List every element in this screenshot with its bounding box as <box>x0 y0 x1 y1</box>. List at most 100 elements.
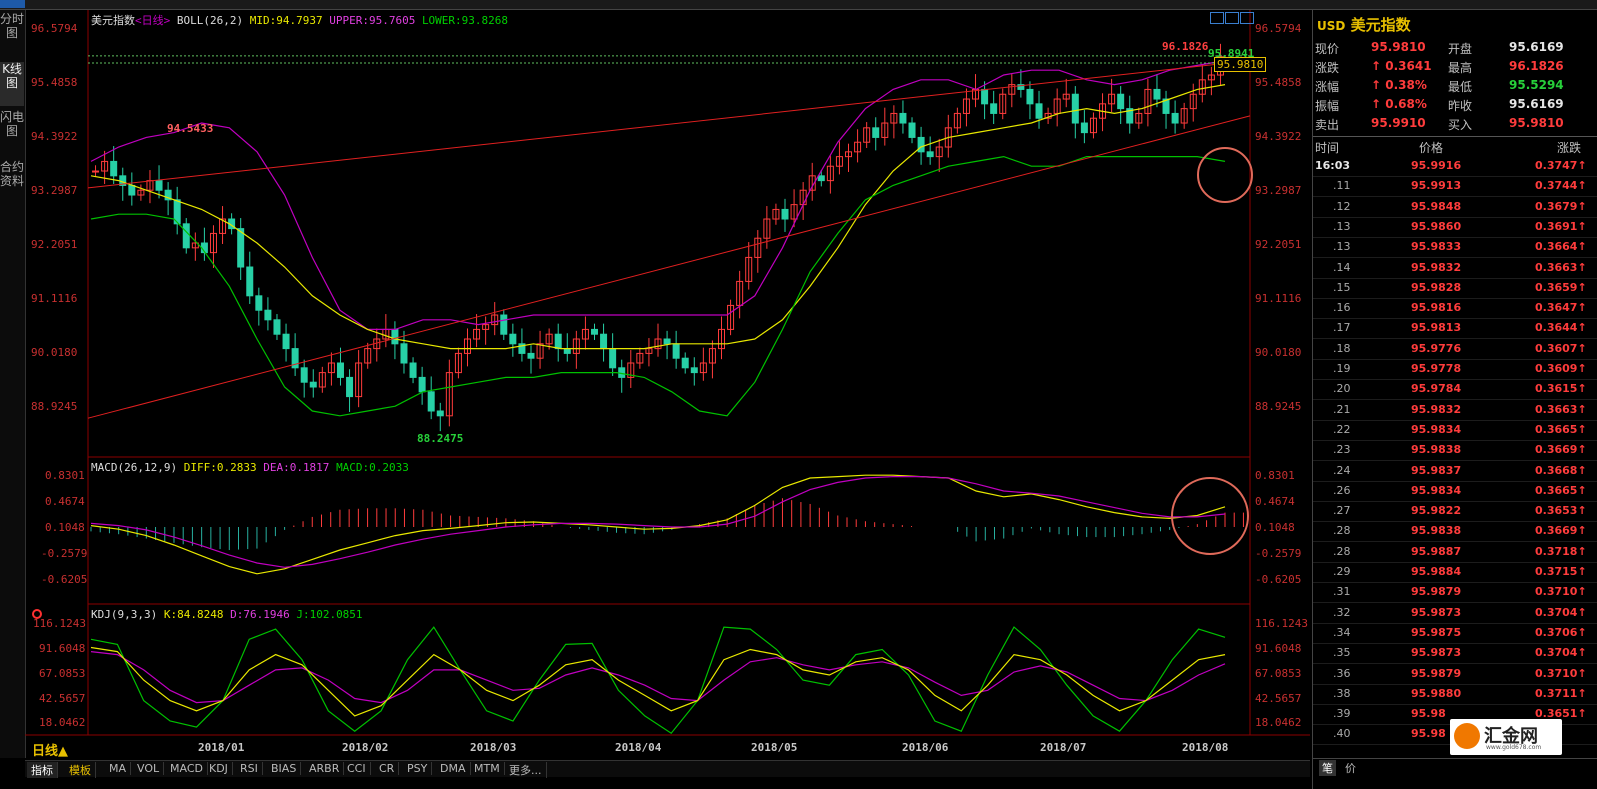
tick-change: 0.3659↑ <box>1535 280 1587 294</box>
tick-price: 95.9834 <box>1411 483 1462 497</box>
quote-label: 最低 <box>1448 80 1473 94</box>
tick-change: 0.3704↑ <box>1535 646 1587 660</box>
tick-row: .26 95.9834 0.3665↑ <box>1313 481 1597 502</box>
tab-arbr[interactable]: ARBR <box>305 762 345 775</box>
tab-timeshare[interactable]: 分时图 <box>0 12 24 56</box>
tick-change: 0.3710↑ <box>1535 585 1587 599</box>
quote-value: 95.9810 <box>1371 40 1426 54</box>
tick-price: 95.9838 <box>1411 524 1462 538</box>
macd-legend-name: MACD(26,12,9) <box>91 461 178 474</box>
tick-change: 0.3653↑ <box>1535 504 1587 518</box>
tick-row: .13 95.9833 0.3664↑ <box>1313 237 1597 259</box>
tick-change: 0.3710↑ <box>1535 666 1587 680</box>
tick-price: 95.9838 <box>1411 443 1462 457</box>
tab-cci[interactable]: CCI <box>343 762 371 775</box>
candle-body <box>690 367 698 374</box>
price-tick-right: 90.0180 <box>1255 346 1302 359</box>
kdj-tick-right: 91.6048 <box>1255 642 1302 655</box>
macd-legend-diff: DIFF:0.2833 <box>183 461 257 474</box>
tab-more[interactable]: 更多... <box>505 762 547 778</box>
kdj-tick-left: 116.1243 <box>33 617 86 630</box>
top-tab-active[interactable] <box>0 0 25 8</box>
quote-row: 涨幅 ↑ 0.38% 最低 95.5294 <box>1313 76 1597 96</box>
period-selector[interactable]: 日线▲ <box>32 740 68 759</box>
boll-lower-line <box>90 155 1226 417</box>
tab-flash[interactable]: 闪电图 <box>0 110 24 154</box>
macd-legend: MACD(26,12,9) DIFF:0.2833 DEA:0.1817 MAC… <box>91 461 409 474</box>
kdj-tick-right: 42.5657 <box>1255 692 1302 705</box>
macd-diff-line <box>90 474 1226 575</box>
tab-ma[interactable]: MA <box>105 762 132 775</box>
tick-time: .21 <box>1333 402 1351 416</box>
tab-vol[interactable]: VOL <box>133 762 165 775</box>
indicator-settings-icon[interactable] <box>32 609 42 619</box>
chart-svg <box>25 10 1310 736</box>
quote-value: ↑ 0.68% <box>1371 97 1427 111</box>
tick-row: .18 95.9776 0.3607↑ <box>1313 339 1597 360</box>
candle-body <box>336 362 344 378</box>
tab-indicators[interactable]: 指标 <box>27 762 58 778</box>
candle-body <box>1171 112 1179 124</box>
logo-icon <box>1454 723 1480 749</box>
chart-area[interactable]: 美元指数<日线> BOLL(26,2) MID:94.7937 UPPER:95… <box>25 10 1310 758</box>
zoom-out-icon[interactable] <box>1210 12 1224 24</box>
candle-body <box>600 333 608 350</box>
price-tick-left: 92.2051 <box>31 238 78 251</box>
candle-body <box>908 122 916 138</box>
tick-price: 95.98 <box>1411 707 1446 721</box>
tick-price: 95.9834 <box>1411 422 1462 436</box>
tick-change: 0.3715↑ <box>1535 565 1587 578</box>
tick-change: 0.3744↑ <box>1535 179 1587 193</box>
tick-price: 95.9860 <box>1411 219 1462 233</box>
quote-label: 涨幅 <box>1315 80 1340 94</box>
tick-price: 95.9832 <box>1411 260 1462 274</box>
price-tick-right: 88.9245 <box>1255 400 1302 413</box>
candle-body <box>1035 103 1043 119</box>
tick-time: .22 <box>1333 422 1351 436</box>
top-tab-1[interactable] <box>80 0 83 8</box>
tick-price: 95.9880 <box>1411 686 1462 700</box>
low-label: 88.2475 <box>417 432 464 445</box>
tick-row: .23 95.9838 0.3669↑ <box>1313 440 1597 462</box>
price-tick-right: 94.3922 <box>1255 130 1302 143</box>
tab-kdj[interactable]: KDJ <box>205 762 233 775</box>
tab-cr[interactable]: CR <box>375 762 400 775</box>
tab-price[interactable]: 价 <box>1345 760 1356 776</box>
tick-header-change: 涨跌 <box>1557 141 1582 155</box>
main-legend: 美元指数<日线> BOLL(26,2) MID:94.7937 UPPER:95… <box>91 12 508 28</box>
candle-body <box>237 228 245 268</box>
tick-change: 0.3665↑ <box>1535 422 1587 436</box>
tab-bias[interactable]: BIAS <box>267 762 302 775</box>
tick-change: 0.3718↑ <box>1535 544 1587 558</box>
tab-kline[interactable]: K线图 <box>0 62 24 106</box>
top-tab-2[interactable] <box>680 0 683 8</box>
quote-row: 涨跌 ↑ 0.3641 最高 96.1826 <box>1313 57 1597 77</box>
tab-ticks[interactable]: 笔 <box>1319 760 1336 776</box>
quote-value: 95.9810 <box>1509 116 1564 130</box>
macd-legend-macd: MACD:0.2033 <box>336 461 409 474</box>
tick-price: 95.9832 <box>1411 402 1462 416</box>
candle-body <box>672 343 680 359</box>
tick-row: .20 95.9784 0.3615↑ <box>1313 379 1597 401</box>
tab-contract-info[interactable]: 合约资料 <box>0 160 24 220</box>
candle-body <box>346 376 354 398</box>
tab-dma[interactable]: DMA <box>436 762 471 775</box>
next-icon[interactable] <box>1240 12 1254 24</box>
tab-mtm[interactable]: MTM <box>470 762 505 775</box>
tick-time: .28 <box>1333 544 1351 558</box>
left-view-tabs: 分时图 K线图 闪电图 合约资料 <box>0 10 26 758</box>
tab-rsi[interactable]: RSI <box>236 762 263 775</box>
tab-macd[interactable]: MACD <box>166 762 208 775</box>
tick-time: .39 <box>1333 707 1351 721</box>
tab-templates[interactable]: 模板 <box>65 762 96 778</box>
logo-url: www.gold678.com <box>1486 744 1542 751</box>
tick-time: .36 <box>1333 666 1351 680</box>
tick-row: .11 95.9913 0.3744↑ <box>1313 176 1597 198</box>
current-price-box: 95.9810 <box>1214 57 1267 72</box>
tick-row: .22 95.9834 0.3665↑ <box>1313 420 1597 441</box>
tick-row: .35 95.9873 0.3704↑ <box>1313 643 1597 665</box>
zoom-in-icon[interactable] <box>1225 12 1239 24</box>
tick-price: 95.9828 <box>1411 280 1462 294</box>
tab-psy[interactable]: PSY <box>403 762 433 775</box>
quote-row: 卖出 95.9910 买入 95.9810 <box>1313 114 1597 134</box>
